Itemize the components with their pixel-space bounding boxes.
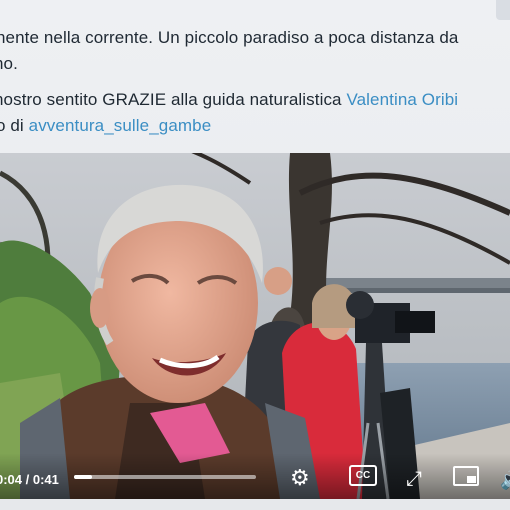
video-progress-fill bbox=[74, 475, 93, 479]
expand-icon[interactable]: ⤢ bbox=[406, 469, 422, 489]
closed-captions-icon[interactable]: CC bbox=[349, 465, 377, 486]
avatar[interactable] bbox=[496, 0, 510, 20]
video-time: 0:04 / 0:41 bbox=[0, 472, 59, 487]
mention-link-valentina[interactable]: Valentina Oribi bbox=[346, 90, 458, 109]
post-text-line: no. bbox=[0, 54, 18, 73]
video-progress-bar[interactable] bbox=[74, 475, 256, 479]
post-text-fragment: nostro sentito GRAZIE alla guida natural… bbox=[0, 90, 347, 109]
social-post: nente nella corrente. Un piccolo paradis… bbox=[0, 0, 510, 510]
volume-icon[interactable]: 🔊 bbox=[500, 471, 510, 489]
post-text-line: o di avventura_sulle_gambe bbox=[0, 116, 211, 136]
post-text-line: nostro sentito GRAZIE alla guida natural… bbox=[0, 90, 458, 110]
video-player[interactable]: 0:04 / 0:41 ⚙ CC ⤢ 🔊 bbox=[0, 153, 510, 499]
post-text-line: nente nella corrente. Un piccolo paradis… bbox=[0, 28, 459, 47]
video-controls: 0:04 / 0:41 ⚙ CC ⤢ 🔊 bbox=[0, 453, 510, 499]
picture-in-picture-icon[interactable] bbox=[453, 466, 479, 486]
mention-link-avventura[interactable]: avventura_sulle_gambe bbox=[29, 116, 212, 135]
post-text-fragment: o di bbox=[0, 116, 24, 135]
post-footer-space bbox=[0, 499, 510, 510]
video-frame bbox=[0, 153, 510, 499]
settings-gear-icon[interactable]: ⚙ bbox=[290, 467, 310, 489]
